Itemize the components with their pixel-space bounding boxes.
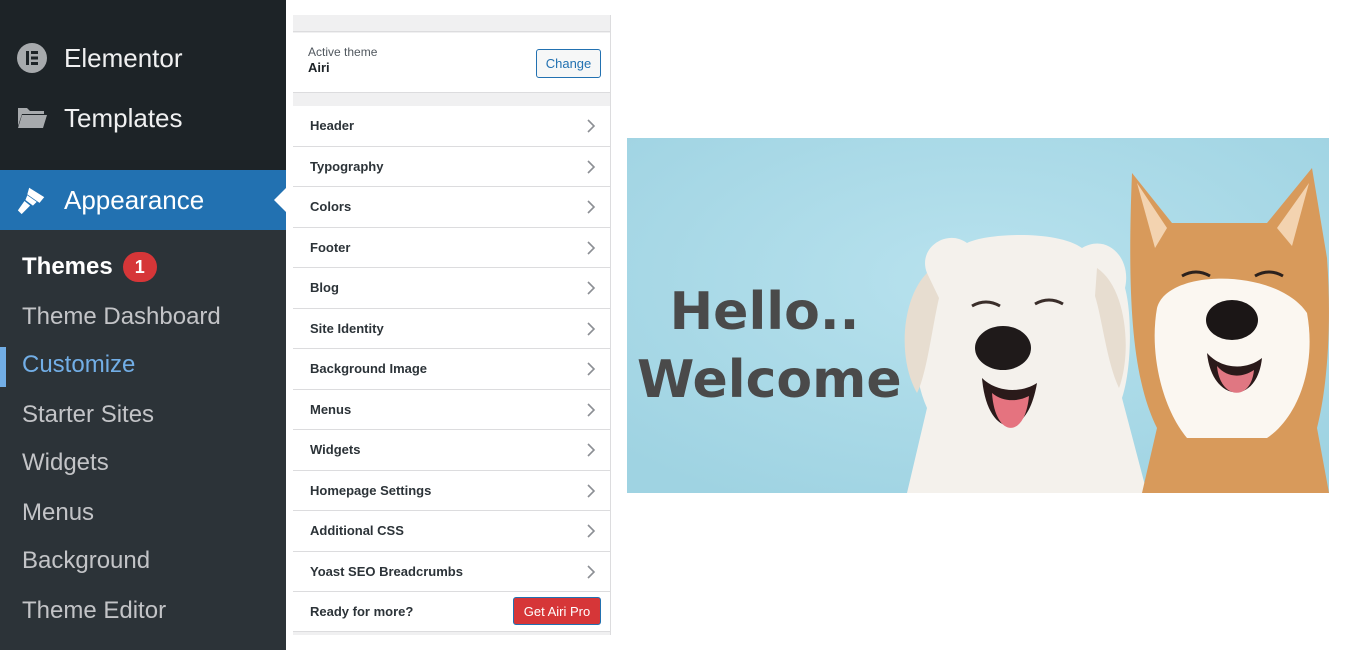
menu-item-elementor[interactable]: Elementor xyxy=(0,30,286,86)
submenu-theme-editor[interactable]: Theme Editor xyxy=(0,589,286,633)
customizer-panel: Active theme Airi Change Header Typograp… xyxy=(293,15,611,635)
welcome-line-2: Welcome xyxy=(637,350,902,410)
active-theme-box: Active theme Airi Change xyxy=(293,33,610,93)
elementor-icon xyxy=(16,42,48,74)
section-additional-css[interactable]: Additional CSS xyxy=(293,511,610,552)
section-label: Colors xyxy=(310,199,352,215)
submenu-label: Theme Dashboard xyxy=(22,303,221,330)
section-typography[interactable]: Typography xyxy=(293,146,610,187)
section-menus[interactable]: Menus xyxy=(293,389,610,430)
chevron-right-icon xyxy=(583,199,599,215)
section-label: Typography xyxy=(310,158,384,174)
section-footer[interactable]: Footer xyxy=(293,227,610,268)
active-indicator xyxy=(274,188,286,212)
upsell-row: Ready for more? Get Airi Pro xyxy=(293,592,610,632)
appearance-submenu: Themes 1 Theme Dashboard Customize Start… xyxy=(0,230,286,650)
submenu-customize[interactable]: Customize xyxy=(0,343,286,387)
active-theme-label: Active theme xyxy=(308,45,378,59)
section-yoast-seo-breadcrumbs[interactable]: Yoast SEO Breadcrumbs xyxy=(293,551,610,592)
section-colors[interactable]: Colors xyxy=(293,187,610,228)
chevron-right-icon xyxy=(583,159,599,175)
section-header[interactable]: Header xyxy=(293,106,610,147)
submenu-widgets[interactable]: Widgets xyxy=(0,441,286,485)
section-label: Yoast SEO Breadcrumbs xyxy=(310,563,463,579)
change-theme-button[interactable]: Change xyxy=(536,49,601,78)
chevron-right-icon xyxy=(583,402,599,418)
menu-item-appearance[interactable]: Appearance xyxy=(0,170,286,230)
section-label: Site Identity xyxy=(310,320,384,336)
submenu-starter-sites[interactable]: Starter Sites xyxy=(0,393,286,437)
customizer-sections: Header Typography Colors Footer Blog Sit… xyxy=(293,106,610,632)
menu-item-label: Templates xyxy=(64,102,183,133)
section-label: Additional CSS xyxy=(310,523,404,539)
submenu-label: Menus xyxy=(22,499,95,526)
section-label: Homepage Settings xyxy=(310,482,432,498)
chevron-right-icon xyxy=(583,564,599,580)
submenu-label: Background xyxy=(22,547,151,574)
welcome-line-1: Hello.. xyxy=(669,282,860,342)
section-label: Menus xyxy=(310,401,352,417)
menu-item-label: Appearance xyxy=(64,184,205,215)
chevron-right-icon xyxy=(583,118,599,134)
menu-item-templates[interactable]: Templates xyxy=(0,90,286,146)
active-theme-name: Airi xyxy=(308,60,330,75)
chevron-right-icon xyxy=(583,523,599,539)
section-widgets[interactable]: Widgets xyxy=(293,430,610,471)
menu-item-label: Elementor xyxy=(64,42,183,73)
submenu-themes[interactable]: Themes 1 xyxy=(0,245,286,289)
section-label: Blog xyxy=(310,280,339,296)
submenu-label: Themes xyxy=(22,253,113,280)
section-label: Background Image xyxy=(310,361,428,377)
submenu-menus[interactable]: Menus xyxy=(0,491,286,535)
submenu-background[interactable]: Background xyxy=(0,539,286,583)
folder-icon xyxy=(16,102,48,134)
preview-hero-banner: Hello.. Welcome xyxy=(627,138,1329,493)
submenu-label: Customize xyxy=(22,351,136,378)
submenu-theme-dashboard[interactable]: Theme Dashboard xyxy=(0,295,286,339)
chevron-right-icon xyxy=(583,483,599,499)
submenu-label: Widgets xyxy=(22,449,109,476)
section-homepage-settings[interactable]: Homepage Settings xyxy=(293,470,610,511)
panel-header xyxy=(293,15,610,32)
chevron-right-icon xyxy=(583,442,599,458)
get-pro-button[interactable]: Get Airi Pro xyxy=(513,597,601,625)
upsell-label: Ready for more? xyxy=(310,604,414,619)
section-blog[interactable]: Blog xyxy=(293,268,610,309)
chevron-right-icon xyxy=(583,321,599,337)
chevron-right-icon xyxy=(583,240,599,256)
white-dog xyxy=(904,235,1147,493)
submenu-label: Theme Editor xyxy=(22,597,167,624)
admin-sidebar: Elementor Templates Appearance Themes 1 xyxy=(0,0,286,650)
section-label: Widgets xyxy=(310,442,361,458)
update-count-badge: 1 xyxy=(122,252,157,282)
paintbrush-icon xyxy=(16,184,48,216)
section-site-identity[interactable]: Site Identity xyxy=(293,308,610,349)
chevron-right-icon xyxy=(583,361,599,377)
welcome-heading: Hello.. Welcome xyxy=(637,278,902,414)
chevron-right-icon xyxy=(583,280,599,296)
section-label: Footer xyxy=(310,239,351,255)
section-label: Header xyxy=(310,118,355,134)
section-background-image[interactable]: Background Image xyxy=(293,349,610,390)
submenu-label: Starter Sites xyxy=(22,401,155,428)
